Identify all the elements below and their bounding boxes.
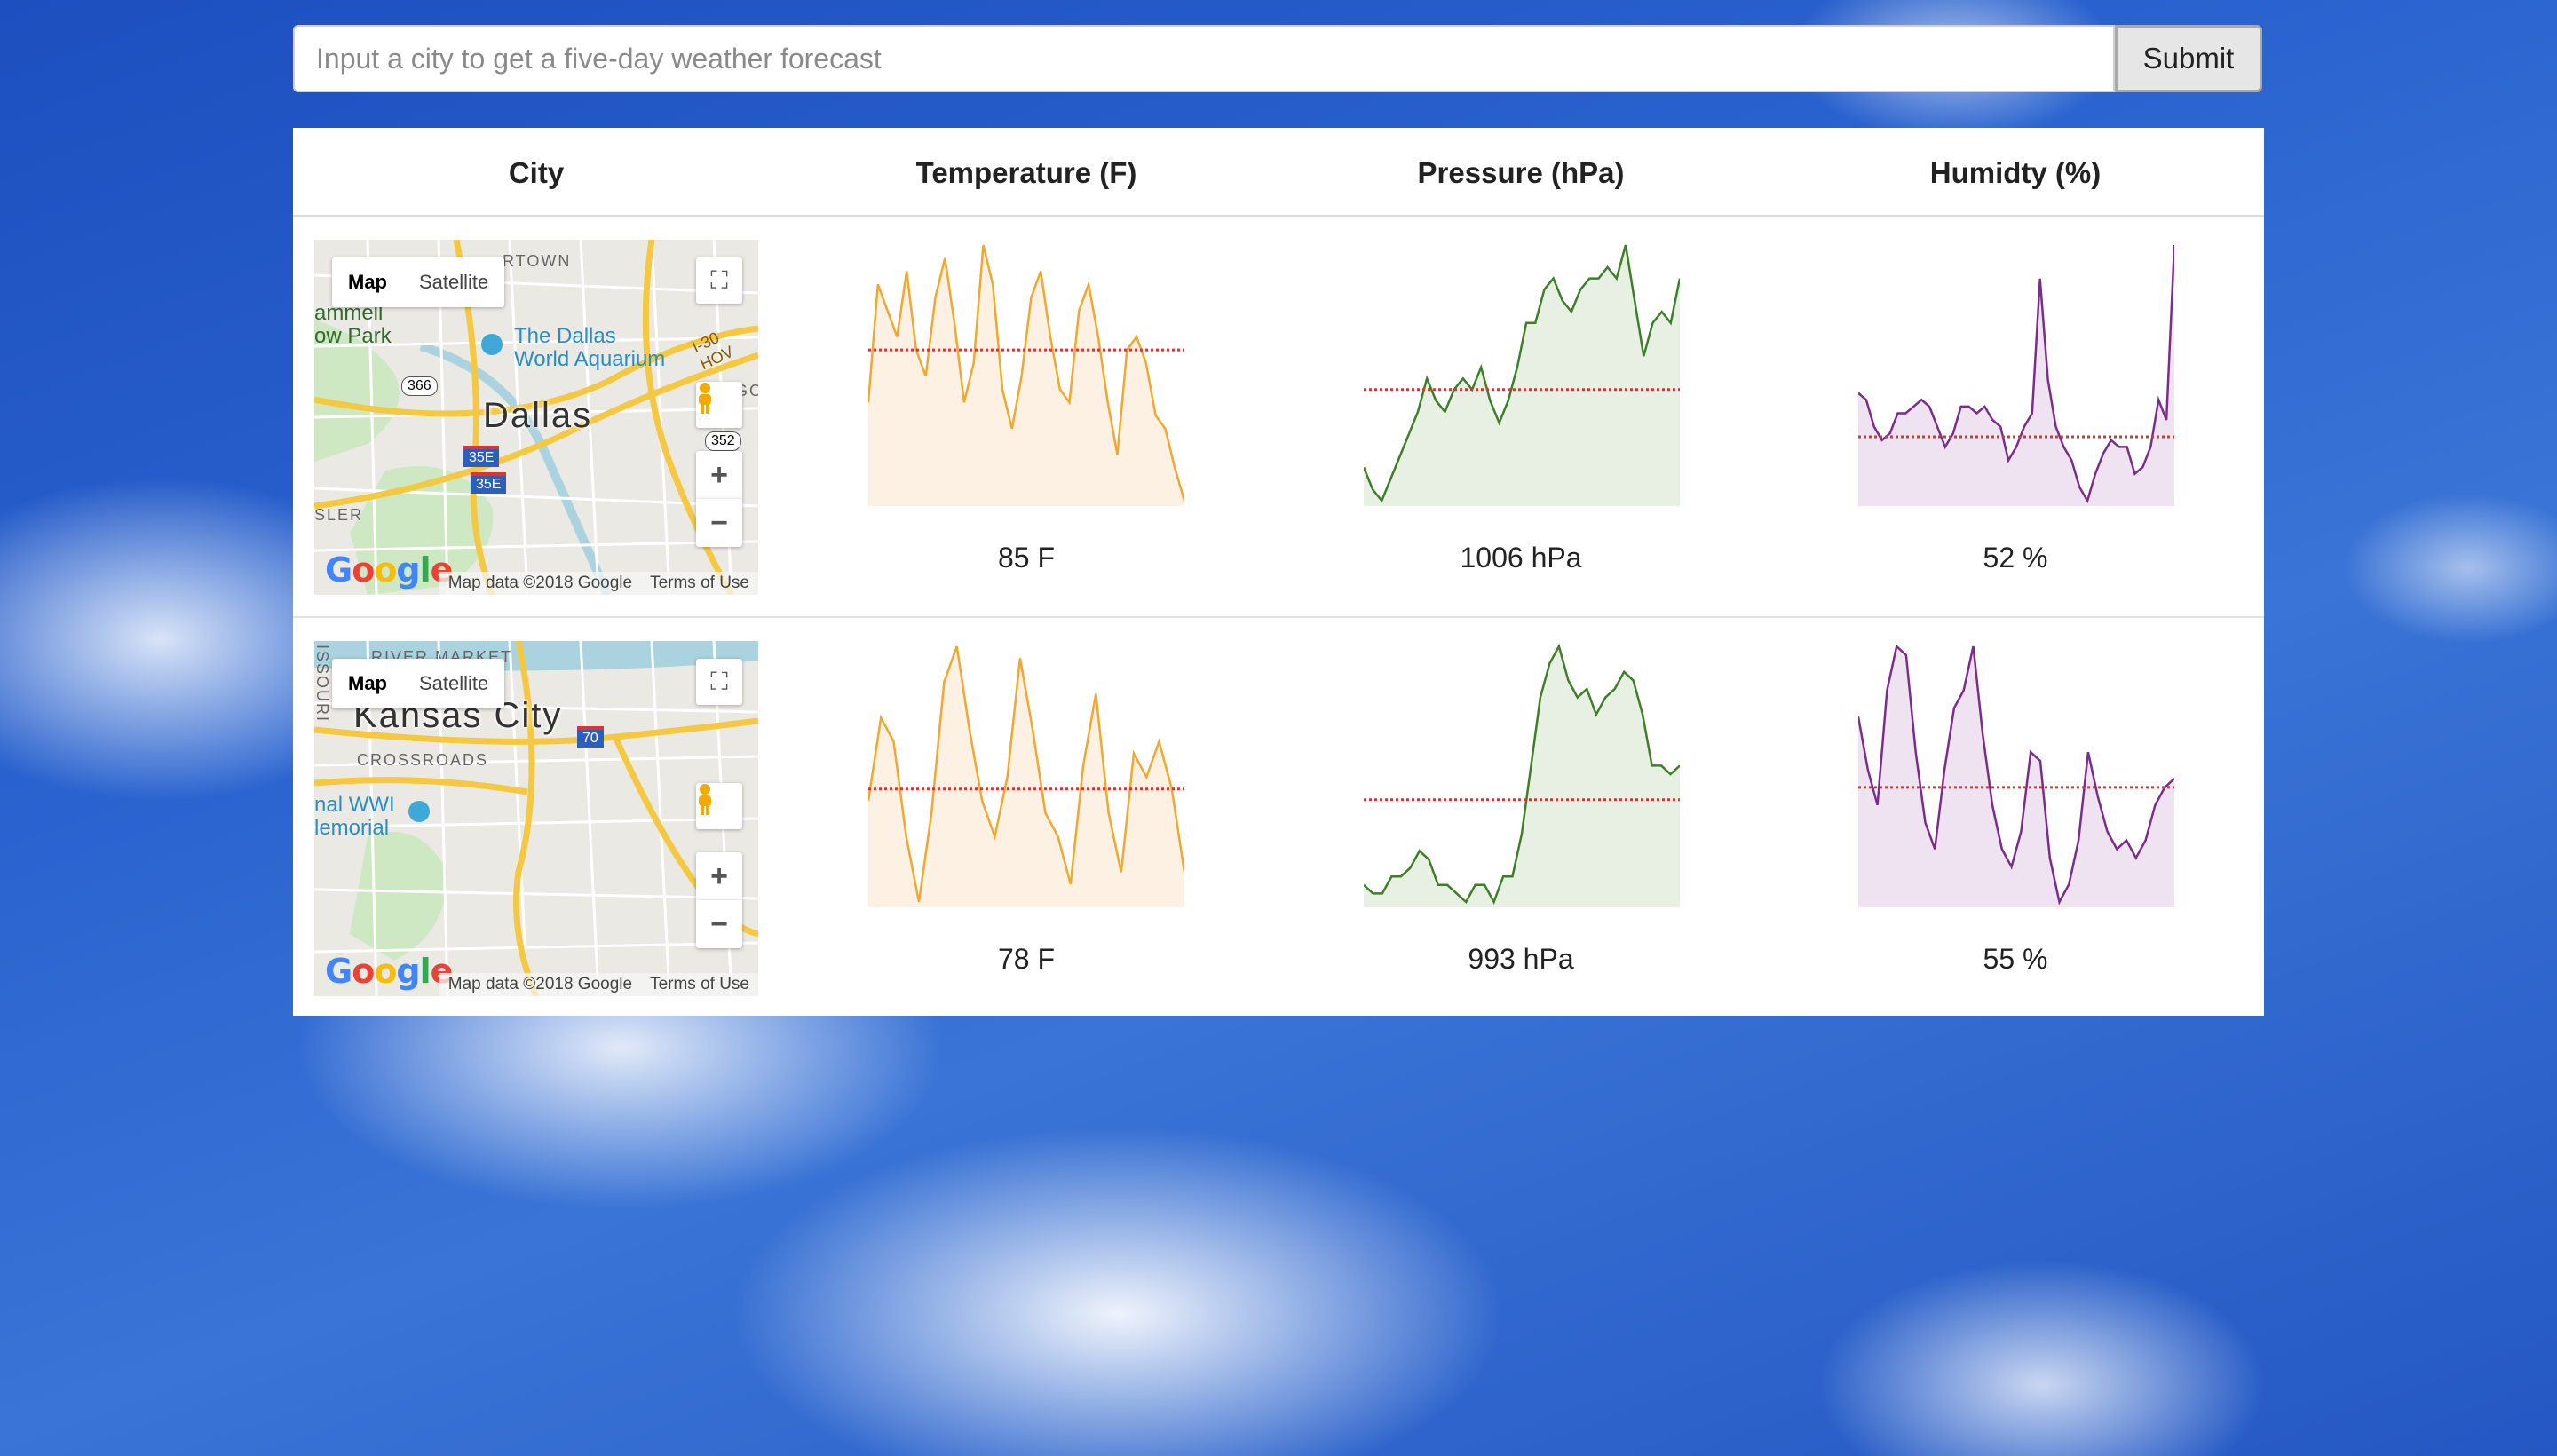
map-type-map-button[interactable]: Map <box>332 659 403 708</box>
map-type-control: Map Satellite <box>332 659 505 708</box>
map-interstate-shield: 35E <box>463 446 500 467</box>
map-type-control: Map Satellite <box>332 257 505 307</box>
map-edge-label: SLER <box>314 506 364 524</box>
terms-of-use-link[interactable]: Terms of Use <box>641 572 758 595</box>
table-row: Kansas City RIVER MARKET CROSSROADS nal … <box>293 618 2264 1016</box>
pressure-value: 993 hPa <box>1468 943 1574 975</box>
fullscreen-icon[interactable]: ⛶ <box>696 257 742 304</box>
map-type-satellite-button[interactable]: Satellite <box>403 257 504 307</box>
google-logo: Google <box>325 952 453 991</box>
temperature-value: 78 F <box>997 943 1056 975</box>
column-header-humidity: Humidty (%) <box>1929 156 2102 189</box>
map-type-map-button[interactable]: Map <box>332 257 403 307</box>
map-city-label: Dallas <box>483 396 593 435</box>
city-search-input[interactable] <box>293 25 2115 92</box>
map-attribution: Map data ©2018 Google Terms of Use <box>439 572 758 595</box>
map-district-label: RTOWN <box>503 252 572 270</box>
forecast-table: City Temperature (F) Pressure (hPa) Humi… <box>293 128 2264 1016</box>
pegman-figure <box>699 383 711 414</box>
zoom-out-button[interactable]: − <box>696 900 742 948</box>
humidity-value: 52 % <box>1983 542 2048 574</box>
temperature-area <box>868 646 1184 907</box>
pegman-figure <box>699 784 711 815</box>
table-header: City Temperature (F) Pressure (hPa) Humi… <box>293 128 2264 217</box>
map-interstate-shield: 35E <box>471 472 507 494</box>
humidity-area <box>1858 245 2174 506</box>
zoom-in-button[interactable]: + <box>696 451 742 499</box>
search-bar: Submit <box>293 25 2262 92</box>
submit-button[interactable]: Submit <box>2115 25 2262 92</box>
humidity-area <box>1858 646 2174 907</box>
map-data-text: Map data ©2018 Google <box>447 975 633 993</box>
pressure-sparkline <box>1364 244 1680 506</box>
pressure-sparkline <box>1364 643 1680 907</box>
map-route-shield: 366 <box>401 376 438 396</box>
map-poi-label: The Dallas World Aquarium <box>514 324 666 371</box>
map-data-text: Map data ©2018 Google <box>447 574 633 592</box>
terms-of-use-link[interactable]: Terms of Use <box>641 973 758 996</box>
zoom-out-button[interactable]: − <box>696 499 742 547</box>
map-district-label: CROSSROADS <box>357 751 489 769</box>
temperature-area <box>868 245 1184 506</box>
fullscreen-icon[interactable]: ⛶ <box>696 659 742 705</box>
map-route-shield: 352 <box>705 431 741 451</box>
humidity-value: 55 % <box>1983 943 2048 975</box>
pressure-value: 1006 hPa <box>1460 542 1582 574</box>
map-attribution: Map data ©2018 Google Terms of Use <box>439 973 758 996</box>
humidity-sparkline <box>1858 644 2174 907</box>
temperature-value: 85 F <box>997 542 1056 574</box>
map-type-satellite-button[interactable]: Satellite <box>403 659 504 708</box>
pegman-icon[interactable] <box>696 382 742 428</box>
map-edge-label: ISSOURI <box>314 645 331 724</box>
city-map[interactable]: Kansas City RIVER MARKET CROSSROADS nal … <box>314 641 758 996</box>
column-header-pressure: Pressure (hPa) <box>1417 156 1625 189</box>
google-logo: Google <box>325 550 453 590</box>
pegman-icon[interactable] <box>696 783 742 829</box>
map-park-label: ammell ow Park <box>314 301 392 348</box>
temperature-sparkline <box>868 645 1184 907</box>
temperature-sparkline <box>868 244 1184 506</box>
zoom-in-button[interactable]: + <box>696 852 742 900</box>
humidity-sparkline <box>1858 244 2174 506</box>
table-row: Dallas The Dallas World Aquarium ammell ow… <box>293 217 2264 614</box>
column-header-temperature: Temperature (F) <box>915 156 1137 189</box>
map-interstate-shield: 70 <box>577 726 604 748</box>
city-map[interactable]: Dallas The Dallas World Aquarium ammell ow… <box>314 240 758 595</box>
column-header-city: City <box>508 156 565 189</box>
map-poi-label: nal WWI lemorial <box>314 793 395 840</box>
